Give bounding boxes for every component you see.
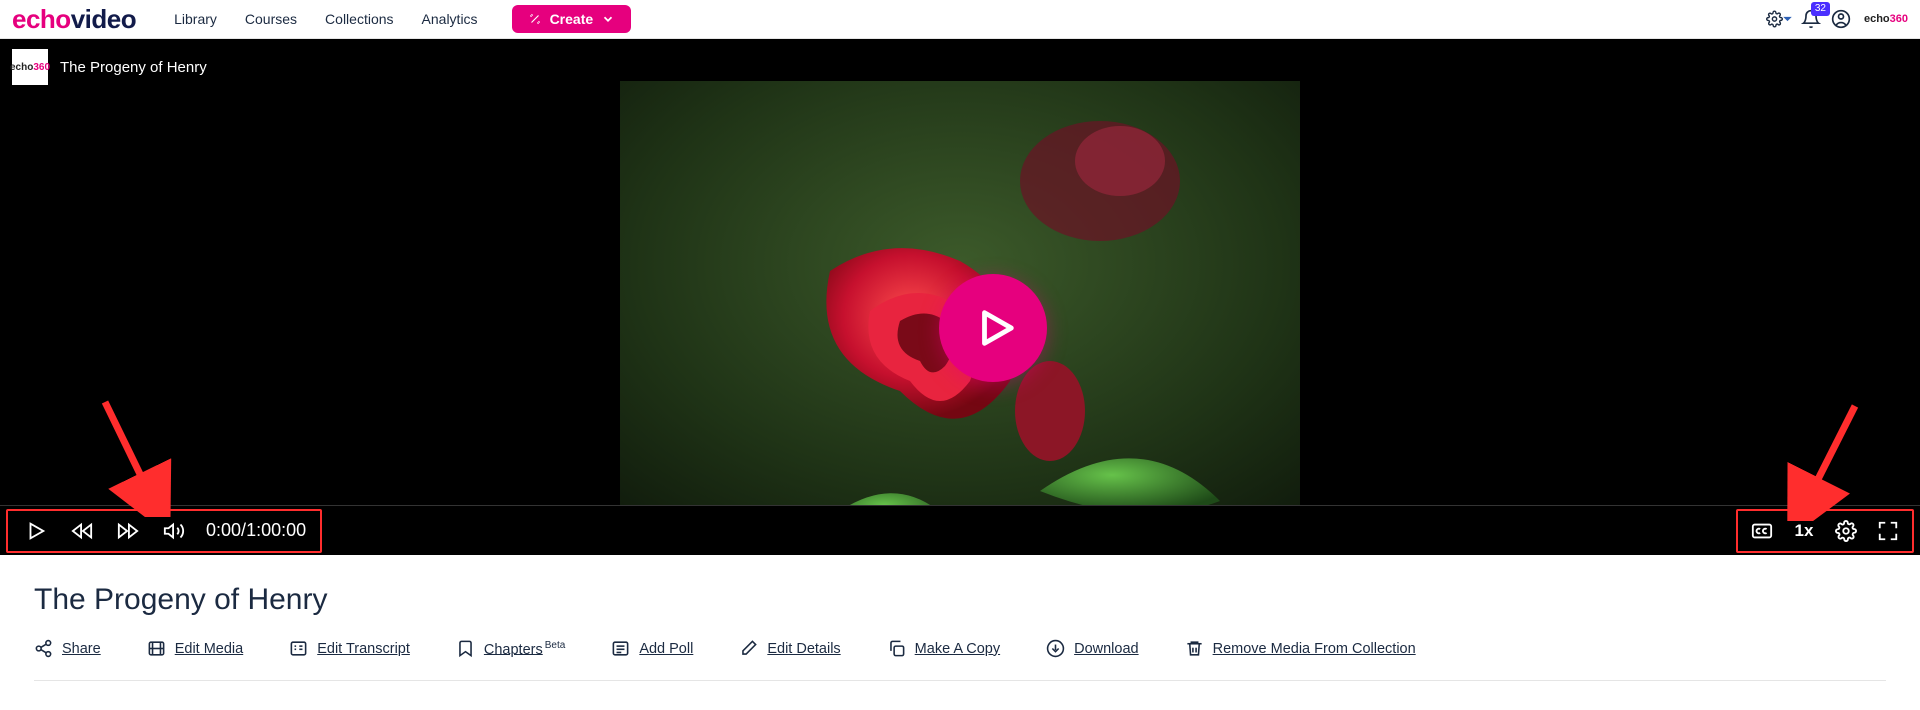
- volume-button[interactable]: [160, 517, 188, 545]
- make-copy-action[interactable]: Make A Copy: [887, 639, 1000, 658]
- download-action[interactable]: Download: [1046, 639, 1139, 658]
- echo360-mini-logo: echo360: [1864, 13, 1908, 25]
- edit-details-label: Edit Details: [767, 641, 840, 657]
- brand-part2: video: [71, 4, 136, 35]
- media-action-row: Share Edit Media Edit Transcript Chapter…: [34, 639, 1886, 681]
- trash-icon: [1185, 639, 1204, 658]
- top-nav: echovideo Library Courses Collections An…: [0, 0, 1920, 39]
- add-poll-label: Add Poll: [639, 641, 693, 657]
- annotation-arrow-right: [1785, 401, 1865, 521]
- cc-icon: [1751, 520, 1773, 542]
- user-icon: [1831, 9, 1851, 29]
- download-label: Download: [1074, 641, 1139, 657]
- edit-media-action[interactable]: Edit Media: [147, 639, 244, 658]
- make-copy-label: Make A Copy: [915, 641, 1000, 657]
- copy-icon: [887, 639, 906, 658]
- captions-button[interactable]: [1748, 517, 1776, 545]
- fullscreen-icon: [1877, 520, 1899, 542]
- nav-library[interactable]: Library: [174, 11, 217, 27]
- settings-gear-button[interactable]: [1766, 4, 1796, 34]
- chapters-label: Chapters: [484, 641, 543, 657]
- account-button[interactable]: [1826, 4, 1856, 34]
- gear-icon: [1835, 520, 1857, 542]
- brand-logo[interactable]: echovideo: [12, 4, 136, 35]
- edit-media-label: Edit Media: [175, 641, 244, 657]
- play-icon: [25, 520, 47, 542]
- remove-media-label: Remove Media From Collection: [1213, 641, 1416, 657]
- share-action[interactable]: Share: [34, 639, 101, 658]
- player-brand-tile: echo360: [12, 49, 48, 85]
- share-icon: [34, 639, 53, 658]
- page-title: The Progeny of Henry: [34, 583, 1886, 617]
- chapters-badge: Beta: [545, 640, 566, 651]
- fullscreen-button[interactable]: [1874, 517, 1902, 545]
- duration: 1:00:00: [246, 520, 306, 540]
- current-time: 0:00: [206, 520, 241, 540]
- remove-media-action[interactable]: Remove Media From Collection: [1185, 639, 1416, 658]
- chevron-down-icon: [1779, 9, 1796, 29]
- edit-transcript-action[interactable]: Edit Transcript: [289, 639, 410, 658]
- rewind-button[interactable]: [68, 517, 96, 545]
- brand-part1: echo: [12, 4, 71, 35]
- media-detail-panel: The Progeny of Henry Share Edit Media Ed…: [0, 555, 1920, 681]
- create-label: Create: [550, 11, 594, 27]
- download-icon: [1046, 639, 1065, 658]
- film-icon: [147, 639, 166, 658]
- transcript-icon: [289, 639, 308, 658]
- nav-analytics[interactable]: Analytics: [422, 11, 478, 27]
- volume-icon: [163, 520, 185, 542]
- play-icon: [973, 305, 1019, 351]
- add-poll-action[interactable]: Add Poll: [611, 639, 693, 658]
- share-label: Share: [62, 641, 101, 657]
- edit-transcript-label: Edit Transcript: [317, 641, 410, 657]
- edit-details-action[interactable]: Edit Details: [739, 639, 840, 658]
- play-button[interactable]: [22, 517, 50, 545]
- player-video-title: The Progeny of Henry: [60, 59, 207, 76]
- annotation-arrow-left: [95, 397, 175, 517]
- wand-icon: [528, 12, 542, 26]
- forward-icon: [117, 520, 139, 542]
- timecode: 0:00/1:00:00: [206, 520, 306, 541]
- pencil-icon: [739, 639, 758, 658]
- chevron-down-icon: [601, 12, 615, 26]
- poll-icon: [611, 639, 630, 658]
- echo360-part2: 360: [1890, 13, 1908, 25]
- echo360-part1: echo: [1864, 13, 1890, 25]
- forward-button[interactable]: [114, 517, 142, 545]
- big-play-button[interactable]: [939, 274, 1047, 382]
- create-button[interactable]: Create: [512, 5, 632, 33]
- player-controls: 0:00/1:00:00 1x: [0, 505, 1920, 555]
- nav-collections[interactable]: Collections: [325, 11, 393, 27]
- bookmark-icon: [456, 639, 475, 658]
- chapters-action[interactable]: ChaptersBeta: [456, 639, 565, 658]
- rewind-icon: [71, 520, 93, 542]
- player-overlay-header: echo360 The Progeny of Henry: [12, 49, 207, 85]
- nav-courses[interactable]: Courses: [245, 11, 297, 27]
- notifications-button[interactable]: 32: [1796, 4, 1826, 34]
- video-player: echo360 The Progeny of Henry: [0, 39, 1920, 555]
